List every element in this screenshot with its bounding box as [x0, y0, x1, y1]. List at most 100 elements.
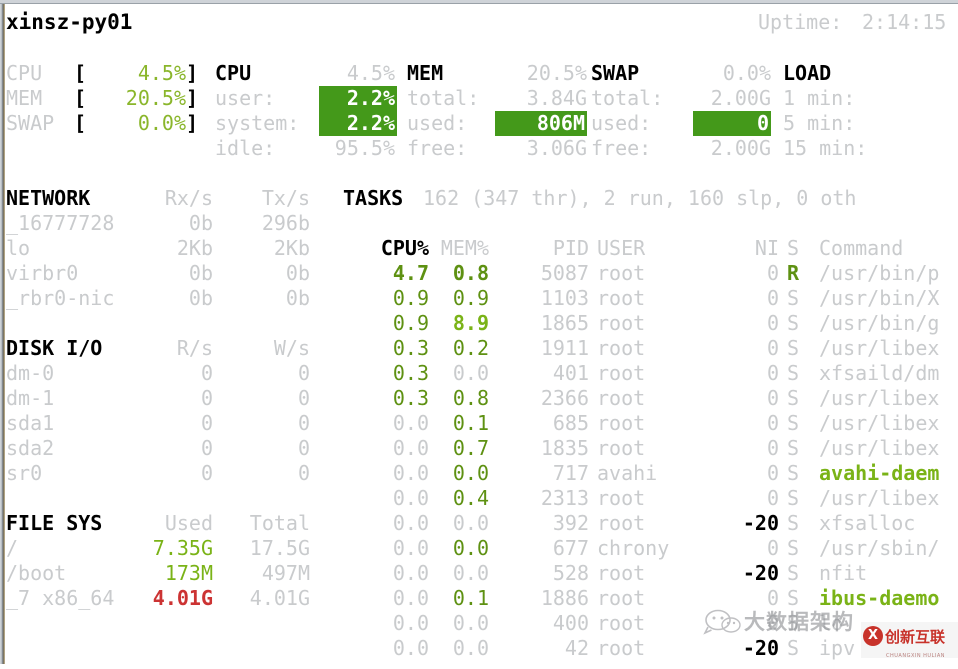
task-pid: 401 — [552, 361, 589, 385]
cpu-total-value: 4.5% — [346, 61, 395, 85]
cpu-idle-value: 95.5% — [334, 136, 395, 160]
task-state: R — [787, 261, 800, 285]
tasks-col-pid[interactable]: PID — [505, 236, 589, 261]
task-pid: 677 — [552, 536, 589, 560]
task-mem: 0.4 — [452, 486, 489, 510]
task-cpu: 0.0 — [392, 561, 429, 585]
task-user: root — [597, 361, 646, 385]
filesys-used: 7.35G — [152, 536, 213, 560]
task-nice: 0 — [766, 386, 779, 410]
task-state: S — [787, 436, 800, 460]
task-nice: 0 — [766, 286, 779, 310]
network-iface: virbr0 — [6, 261, 79, 285]
task-cpu: 0.0 — [392, 536, 429, 560]
mem-used-value: 806M — [495, 111, 587, 136]
diskio-read: 0 — [200, 461, 213, 485]
network-col-rx: Rx/s — [164, 186, 213, 210]
tasks-title: TASKS — [343, 186, 404, 210]
task-mem: 0.7 — [452, 436, 489, 460]
page-title: xinsz-py01 — [6, 10, 133, 34]
swap-used-value: 0 — [693, 111, 771, 136]
cpu-panel-title: CPU — [215, 61, 252, 85]
tasks-col-ni[interactable]: NI — [731, 236, 779, 261]
quicklook-open-swap: [ — [74, 111, 87, 135]
network-iface: _16777728 — [6, 211, 115, 235]
network-rx: 0b — [188, 286, 213, 310]
tasks-col-command[interactable]: Command — [819, 236, 903, 261]
network-tx: 2Kb — [273, 236, 310, 260]
task-command: xfsaild/dm — [819, 361, 940, 385]
task-user: root — [597, 311, 646, 335]
task-user: root — [597, 511, 646, 535]
quicklook-open-mem: [ — [74, 86, 87, 110]
tasks-summary: 162 (347 thr), 2 run, 160 slp, 0 oth — [423, 186, 857, 210]
filesys-mount: /boot — [6, 561, 67, 585]
diskio-device: dm-1 — [6, 386, 55, 410]
diskio-device: sda1 — [6, 411, 55, 435]
task-state: S — [787, 461, 800, 485]
tasks-col-cpu[interactable]: CPU% — [373, 236, 429, 261]
task-cpu: 0.0 — [392, 611, 429, 635]
task-mem: 0.0 — [452, 636, 489, 660]
task-cpu: 0.0 — [392, 486, 429, 510]
task-pid: 717 — [552, 461, 589, 485]
network-rx: 0b — [188, 261, 213, 285]
diskio-write: 0 — [297, 411, 310, 435]
network-iface: _rbr0-nic — [6, 286, 115, 310]
task-command: /usr/bin/g — [819, 311, 940, 335]
tasks-col-state[interactable]: S — [787, 236, 799, 261]
task-command: /usr/libex — [819, 336, 940, 360]
task-pid: 1835 — [540, 436, 589, 460]
mem-total-value: 3.84G — [526, 86, 587, 110]
task-state: S — [787, 561, 800, 585]
mem-free-label: free: — [407, 136, 468, 160]
filesys-col-total: Total — [249, 511, 310, 535]
swap-total-label: total: — [591, 86, 664, 110]
task-state: S — [787, 411, 800, 435]
task-pid: 1911 — [540, 336, 589, 360]
task-nice: 0 — [766, 436, 779, 460]
mem-panel-title: MEM — [407, 61, 444, 85]
task-mem: 0.0 — [452, 461, 489, 485]
task-cpu: 0.0 — [392, 461, 429, 485]
task-pid: 685 — [552, 411, 589, 435]
network-tx: 0b — [285, 286, 310, 310]
wechat-watermark: 大数据架构 — [703, 604, 863, 644]
task-pid: 400 — [552, 611, 589, 635]
task-user: root — [597, 486, 646, 510]
mem-used-label: used: — [407, 111, 468, 135]
uptime-label: Uptime: — [758, 10, 843, 34]
filesys-used: 173M — [164, 561, 213, 585]
tasks-col-user[interactable]: USER — [597, 236, 645, 261]
task-mem: 0.8 — [452, 386, 489, 410]
cpu-system-value: 2.2% — [319, 111, 397, 136]
load-15min-label: 15 min: — [783, 136, 868, 160]
task-cpu: 0.9 — [392, 286, 429, 310]
diskio-write: 0 — [297, 361, 310, 385]
task-nice: 0 — [766, 461, 779, 485]
swap-percent-value: 0.0% — [722, 61, 771, 85]
task-mem: 0.9 — [452, 286, 489, 310]
task-state: S — [787, 286, 800, 310]
diskio-read: 0 — [200, 436, 213, 460]
diskio-device: sr0 — [6, 461, 43, 485]
task-cpu: 0.0 — [392, 511, 429, 535]
swap-free-label: free: — [591, 136, 652, 160]
quicklook-close-cpu: ] — [186, 61, 199, 85]
filesys-col-used: Used — [164, 511, 213, 535]
tasks-col-mem[interactable]: MEM% — [433, 236, 489, 261]
task-user: root — [597, 286, 646, 310]
task-command: /usr/libex — [819, 411, 940, 435]
task-mem: 0.0 — [452, 561, 489, 585]
glances-screen: xinsz-py01 Uptime: 2:14:15 CPU [ 4.5% ] … — [6, 4, 958, 664]
mem-total-label: total: — [407, 86, 480, 110]
task-cpu: 0.3 — [392, 361, 429, 385]
diskio-device: sda2 — [6, 436, 55, 460]
quicklook-open-cpu: [ — [74, 61, 87, 85]
filesys-total: 497M — [261, 561, 310, 585]
quicklook-close-swap: ] — [186, 111, 199, 135]
wechat-watermark-text: 大数据架构 — [744, 610, 854, 634]
task-cpu: 0.0 — [392, 586, 429, 610]
quicklook-value-cpu: 4.5% — [137, 61, 186, 85]
diskio-col-w: W/s — [273, 336, 310, 360]
